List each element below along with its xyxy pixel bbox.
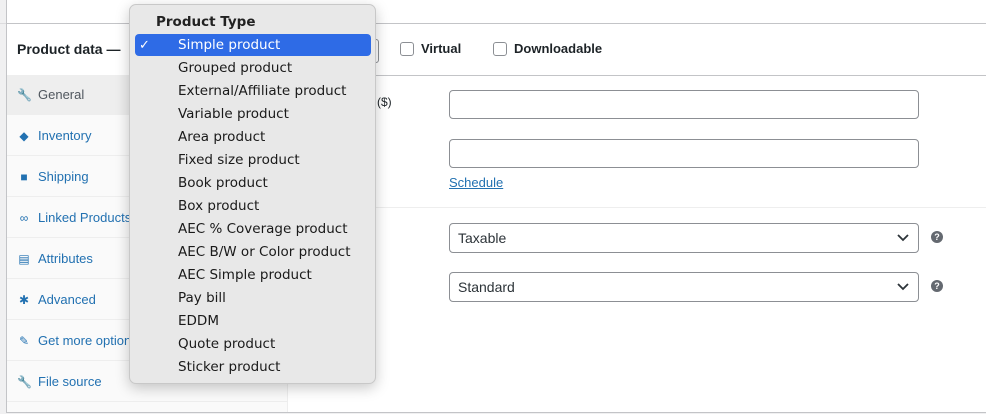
dropdown-option-label: Pay bill [178,290,226,306]
dropdown-option-label: Area product [178,129,266,145]
dropdown-option[interactable]: Pay bill [135,287,371,309]
tax-class-value: Standard [458,279,515,295]
dropdown-option[interactable]: Variable product [135,103,371,125]
virtual-checkbox-group[interactable]: Virtual [400,41,461,56]
chevron-down-icon [897,283,909,291]
gear-icon: ✱ [18,292,30,307]
virtual-label: Virtual [421,41,462,56]
dropdown-option[interactable]: ✓ Simple product [135,34,371,56]
product-type-dropdown: Product Type ✓ Simple product Grouped prod… [129,4,376,384]
wrench-icon: 🔧 [17,87,32,102]
dropdown-option-label: AEC % Coverage product [178,221,348,237]
regular-price-input[interactable] [449,90,919,119]
help-icon[interactable]: ? [931,280,943,292]
checkmark-icon: ✓ [139,37,150,53]
virtual-checkbox[interactable] [400,41,414,56]
downloadable-checkbox-group[interactable]: Downloadable [493,41,602,56]
dropdown-option[interactable]: Sticker product [135,356,371,378]
tab-label: Get more options [38,333,138,348]
tab-label: Linked Products [38,210,132,225]
plug-icon: ✎ [18,333,30,348]
tab-label: Advanced [38,292,96,307]
dropdown-option-label: Box product [178,198,260,214]
tab-label: Shipping [38,169,89,184]
tax-status-value: Taxable [458,230,507,246]
panel-title: Product data — [17,41,121,57]
dropdown-option-label: AEC Simple product [178,267,312,283]
truck-icon: ■ [20,169,28,184]
dropdown-option[interactable]: Book product [135,172,371,194]
dropdown-option-label: Book product [178,175,268,191]
dropdown-option-label: Variable product [178,106,289,122]
dropdown-option-label: Quote product [178,336,276,352]
dropdown-option[interactable]: AEC Simple product [135,264,371,286]
chevron-down-icon [897,234,909,242]
sale-price-input[interactable] [449,139,919,168]
dropdown-option-label: Grouped product [178,60,293,76]
tax-status-select[interactable]: Taxable [449,223,919,253]
section-divider [288,207,986,208]
dropdown-option-label: Sticker product [178,359,281,375]
dropdown-option-label: Fixed size product [178,152,300,168]
tab-label: Attributes [38,251,93,266]
dropdown-option[interactable]: Fixed size product [135,149,371,171]
downloadable-label: Downloadable [514,41,603,56]
link-icon: ∞ [19,210,29,225]
dropdown-option-label: EDDM [178,313,219,329]
dropdown-header: Product Type [156,14,256,30]
dropdown-option[interactable]: Area product [135,126,371,148]
dropdown-option[interactable]: Quote product [135,333,371,355]
dropdown-option[interactable]: Grouped product [135,57,371,79]
dropdown-option[interactable]: Box product [135,195,371,217]
downloadable-checkbox[interactable] [493,41,507,56]
schedule-link[interactable]: Schedule [449,175,503,190]
dropdown-option-label: Simple product [178,37,281,53]
general-tab-content: ($) Schedule Taxable ? Standard ? [288,75,986,412]
tab-label: File source [38,374,102,389]
dropdown-option[interactable]: AEC B/W or Color product [135,241,371,263]
regular-price-label: ($) [377,95,392,109]
wrench-icon: 🔧 [17,374,32,389]
dropdown-option[interactable]: External/Affiliate product [135,80,371,102]
help-icon[interactable]: ? [931,231,943,243]
tab-label: General [38,87,85,102]
dropdown-option-label: External/Affiliate product [178,83,347,99]
tax-class-select[interactable]: Standard [449,272,919,302]
tag-icon: ◆ [19,128,29,143]
list-icon: ▤ [18,251,30,266]
tab-label: Inventory [38,128,92,143]
dropdown-option[interactable]: AEC % Coverage product [135,218,371,240]
dropdown-option[interactable]: EDDM [135,310,371,332]
dropdown-option-label: AEC B/W or Color product [178,244,351,260]
